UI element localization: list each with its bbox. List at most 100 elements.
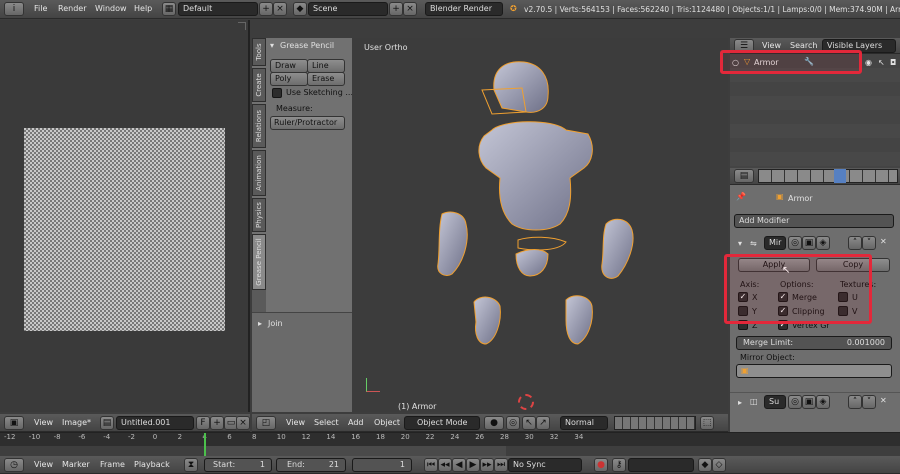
tab-create[interactable]: Create	[252, 68, 266, 102]
image-editor-type-icon[interactable]: ▣	[4, 416, 24, 430]
grease-pencil-panel-title[interactable]: Grease Pencil	[280, 41, 334, 50]
jump-start-icon[interactable]: ⏮	[424, 458, 438, 472]
scene-field[interactable]: Scene	[308, 2, 388, 16]
join-panel-title[interactable]: Join	[268, 319, 283, 328]
timeline-menu-marker[interactable]: Marker	[62, 456, 90, 474]
subsurf-expand-icon[interactable]: ▸	[738, 398, 742, 407]
pivot-icon[interactable]: ◎	[506, 416, 520, 430]
add-layout-icon[interactable]: +	[259, 2, 273, 16]
layer-buttons[interactable]	[614, 416, 696, 430]
mirror-name-field[interactable]: Mir	[764, 236, 786, 250]
move-down-icon[interactable]: ˅	[862, 236, 876, 250]
timeline-menu-playback[interactable]: Playback	[134, 456, 170, 474]
keying-set-field[interactable]	[628, 458, 694, 472]
menu-file[interactable]: File	[34, 0, 47, 18]
record-icon[interactable]: ●	[594, 458, 608, 472]
menu-render[interactable]: Render	[58, 0, 86, 18]
mirror-object-field[interactable]: ▣	[736, 364, 892, 378]
end-frame-field[interactable]: End: 21	[276, 458, 346, 472]
new-image-icon[interactable]: +	[210, 416, 224, 430]
editor-type-icon[interactable]: i	[4, 2, 24, 16]
preview-range-icon[interactable]: ⧗	[184, 458, 198, 472]
timeline-menu-frame[interactable]: Frame	[100, 456, 125, 474]
3d-cursor[interactable]	[518, 394, 534, 410]
pin-icon[interactable]: 📌	[736, 192, 746, 201]
viewport-menu-select[interactable]: Select	[314, 414, 339, 432]
tab-grease-pencil[interactable]: Grease Pencil	[252, 234, 266, 290]
poly-button[interactable]: Poly	[270, 72, 308, 86]
renderability-icon[interactable]: ◘	[890, 58, 896, 67]
tab-animation[interactable]: Animation	[252, 150, 266, 196]
mirror-editmode-toggle[interactable]: ◈	[816, 236, 830, 250]
layout-grid-icon[interactable]: ▦	[162, 2, 176, 16]
subsurf-name-field[interactable]: Su	[764, 395, 786, 409]
subsurf-editmode-toggle[interactable]: ◈	[816, 395, 830, 409]
add-scene-icon[interactable]: +	[389, 2, 403, 16]
mirror-collapse-icon[interactable]: ▾	[738, 239, 742, 248]
panel-collapse-icon[interactable]: ▾	[270, 41, 274, 50]
merge-limit-field[interactable]: Merge Limit: 0.001000	[736, 336, 892, 350]
subsurf-move-up-icon[interactable]: ˄	[848, 395, 862, 409]
ruler-protractor-button[interactable]: Ruler/Protractor	[270, 116, 345, 130]
menu-help[interactable]: Help	[134, 0, 152, 18]
sync-mode-dropdown[interactable]: No Sync	[508, 458, 582, 472]
current-frame-field[interactable]: 1	[352, 458, 412, 472]
subsurf-render-toggle[interactable]: ◎	[788, 395, 802, 409]
next-key-icon[interactable]: ▸▸	[480, 458, 494, 472]
keying-set-icon[interactable]: ⚷	[612, 458, 626, 472]
image-editor-area[interactable]	[0, 20, 250, 412]
unlink-image-icon[interactable]: ×	[236, 416, 250, 430]
viewport-menu-object[interactable]: Object	[374, 414, 400, 432]
remove-layout-icon[interactable]: ×	[273, 2, 287, 16]
lock-layers-icon[interactable]: ⬚	[700, 416, 714, 430]
image-browse-icon[interactable]: ▤	[100, 416, 114, 430]
modifiers-tab-active[interactable]	[834, 169, 846, 183]
tab-tools[interactable]: Tools	[252, 38, 266, 66]
viewport-shading-icon[interactable]: ●	[484, 416, 504, 430]
tab-physics[interactable]: Physics	[252, 198, 266, 232]
insert-keyframe-icon[interactable]: ◆	[698, 458, 712, 472]
subsurf-remove-icon[interactable]: ✕	[880, 396, 887, 405]
selectability-icon[interactable]: ↖	[878, 58, 885, 67]
join-panel[interactable]: ▸ Join	[252, 312, 352, 412]
translate-icon[interactable]: ↗	[536, 416, 550, 430]
image-menu-view[interactable]: View	[34, 414, 53, 432]
mirror-viewport-toggle[interactable]: ▣	[802, 236, 816, 250]
use-sketching-checkbox[interactable]	[272, 88, 282, 98]
3d-viewport[interactable]: User Ortho (1) Armor	[352, 38, 728, 412]
move-up-icon[interactable]: ˄	[848, 236, 862, 250]
properties-context-tabs[interactable]	[758, 169, 898, 183]
menu-window[interactable]: Window	[95, 0, 127, 18]
erase-button[interactable]: Erase	[307, 72, 345, 86]
remove-scene-icon[interactable]: ×	[403, 2, 417, 16]
play-icon[interactable]: ▶	[466, 458, 480, 472]
line-button[interactable]: Line	[307, 59, 345, 73]
render-engine-dropdown[interactable]: Blender Render	[425, 2, 503, 16]
timeline-ruler[interactable]: -12-10-8-6-4-202468101214161820222426283…	[0, 432, 900, 457]
mirror-render-toggle[interactable]: ◎	[788, 236, 802, 250]
armor-model[interactable]	[352, 38, 728, 412]
timeline-type-icon[interactable]: ◷	[4, 458, 24, 472]
timeline-menu-view[interactable]: View	[34, 456, 53, 474]
add-modifier-dropdown[interactable]: Add Modifier	[734, 214, 894, 228]
corner-widget[interactable]	[238, 22, 246, 30]
image-menu-image[interactable]: Image*	[62, 414, 91, 432]
delete-keyframe-icon[interactable]: ◇	[712, 458, 726, 472]
viewport-menu-view[interactable]: View	[286, 414, 305, 432]
subsurf-viewport-toggle[interactable]: ▣	[802, 395, 816, 409]
play-reverse-icon[interactable]: ◀	[452, 458, 466, 472]
viewport-type-icon[interactable]: ◰	[256, 416, 276, 430]
scene-icon[interactable]: ◆	[293, 2, 307, 16]
prev-key-icon[interactable]: ◂◂	[438, 458, 452, 472]
interaction-mode-dropdown[interactable]: Object Mode	[404, 416, 480, 430]
tab-relations[interactable]: Relations	[252, 104, 266, 148]
join-collapse-icon[interactable]: ▸	[258, 319, 262, 328]
start-frame-field[interactable]: Start: 1	[204, 458, 272, 472]
transform-orientation-dropdown[interactable]: Normal	[560, 416, 608, 430]
properties-type-icon[interactable]: ▤	[734, 169, 754, 183]
subsurf-move-down-icon[interactable]: ˅	[862, 395, 876, 409]
jump-end-icon[interactable]: ⏭	[494, 458, 508, 472]
image-name-field[interactable]: Untitled.001	[116, 416, 194, 430]
draw-button[interactable]: Draw	[270, 59, 308, 73]
fake-user-button[interactable]: F	[196, 416, 210, 430]
